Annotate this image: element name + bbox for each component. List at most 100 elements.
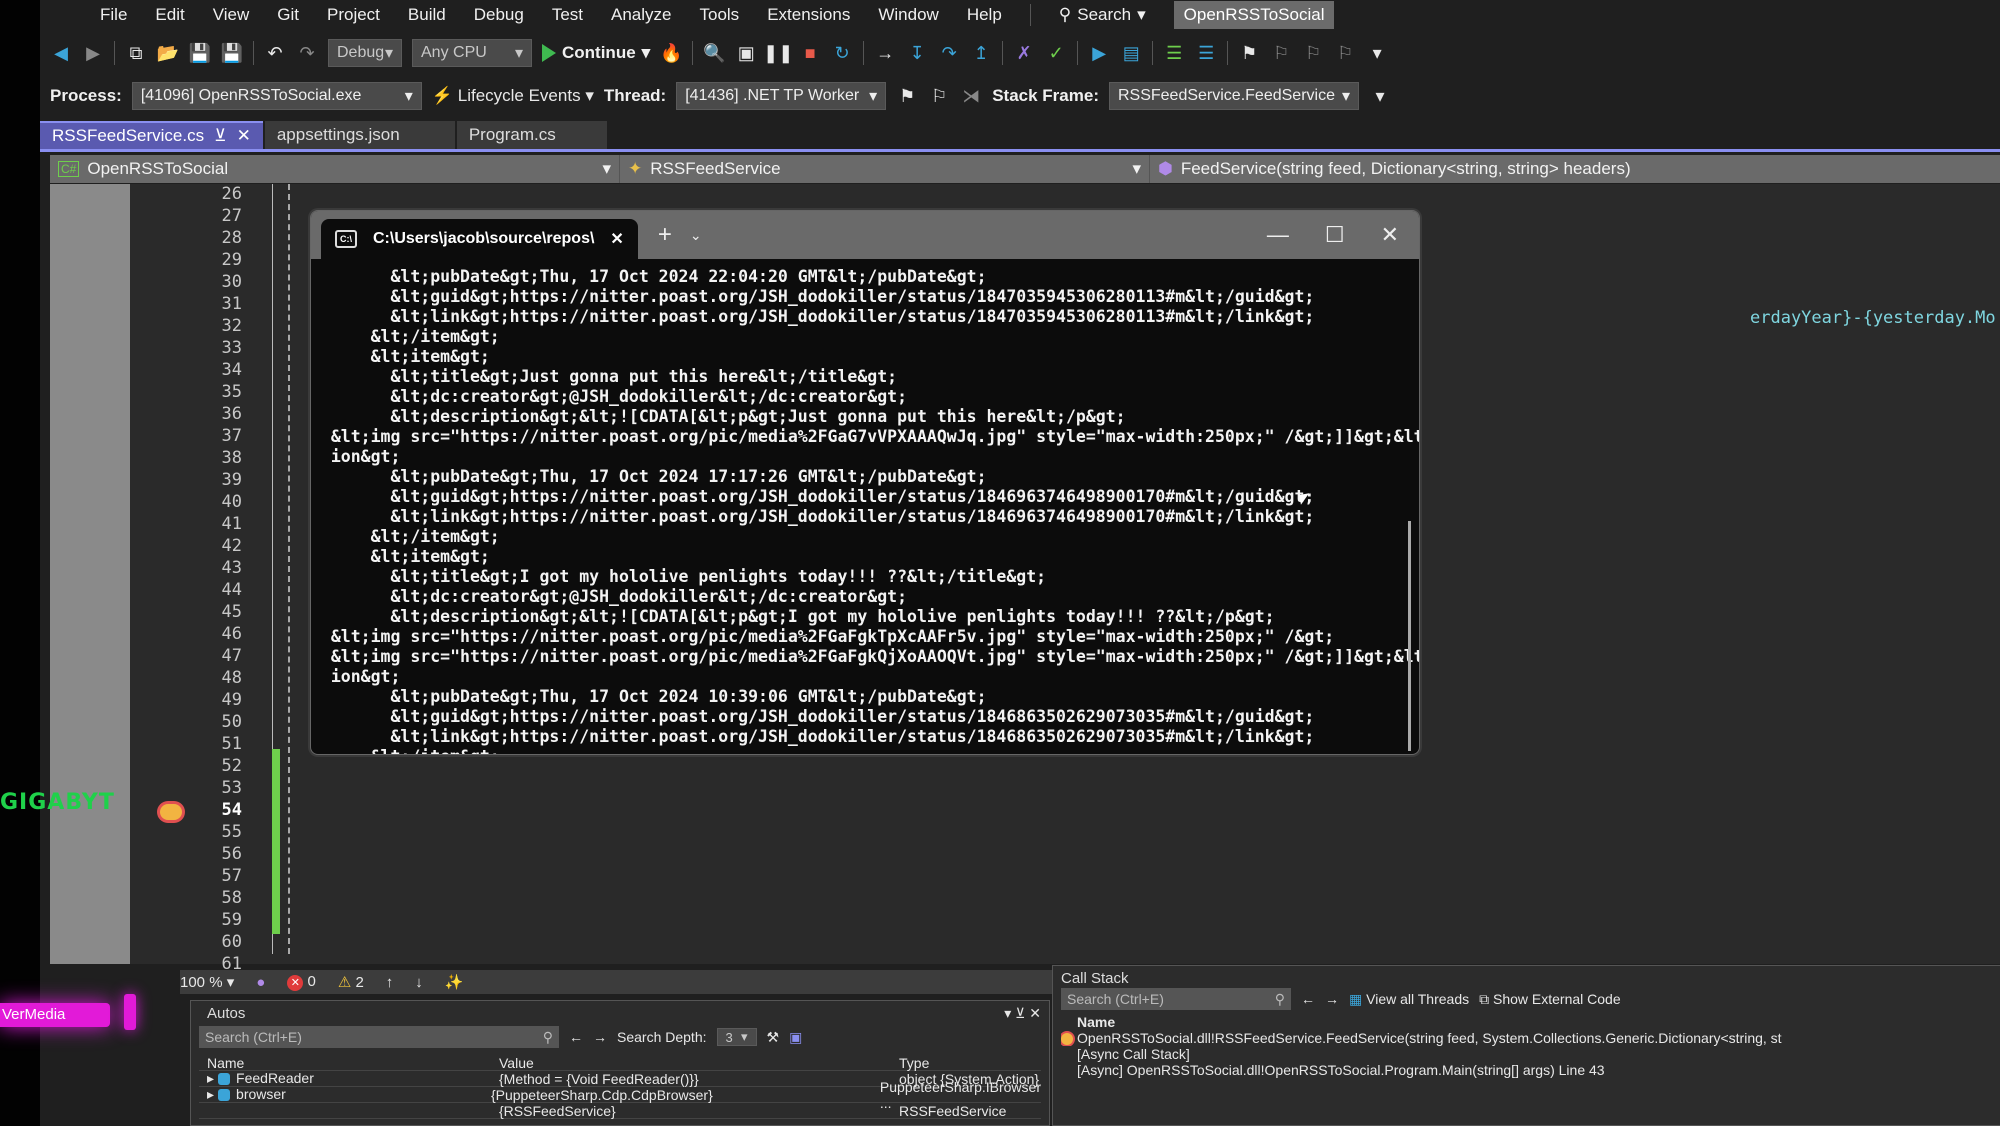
pin-icon[interactable]: ⊻ [1015, 1005, 1025, 1021]
warnings-indicator[interactable]: ⚠ 2 [338, 973, 364, 991]
terminal-scrollbar[interactable] [1408, 521, 1411, 751]
redo-icon[interactable]: ↷ [296, 42, 318, 64]
menu-extensions[interactable]: Extensions [767, 5, 850, 25]
pause-icon[interactable]: ❚❚ [763, 42, 793, 64]
continue-button[interactable]: Continue ▾ [542, 43, 650, 63]
navigate-back-icon[interactable]: ◀ [50, 42, 72, 64]
show-next-statement-icon[interactable]: → [874, 42, 896, 64]
view-hex-icon[interactable]: ▣ [789, 1029, 802, 1046]
menu-test[interactable]: Test [552, 5, 583, 25]
terminal-output[interactable]: &lt;pubDate&gt;Thu, 17 Oct 2024 22:04:20… [311, 259, 1419, 754]
autos-search-input[interactable]: Search (Ctrl+E) ⚲ [199, 1026, 559, 1048]
navigate-forward-icon[interactable]: ▶ [82, 42, 104, 64]
autos-row[interactable]: {RSSFeedService} RSSFeedService [199, 1103, 1041, 1119]
select-element-icon[interactable]: ▶ [1088, 42, 1110, 64]
terminal-window[interactable]: C:\ C:\Users\jacob\source\repos\ ✕ + ⌄ —… [310, 210, 1420, 755]
expand-icon[interactable]: ▸ [207, 1086, 214, 1102]
expand-icon[interactable]: ▸ [207, 1070, 214, 1086]
stop-icon[interactable]: ■ [799, 42, 821, 64]
back-arrow-icon[interactable]: ← [1301, 991, 1315, 1007]
column-name[interactable]: Name [1061, 1014, 2000, 1030]
save-icon[interactable]: 💾 [189, 42, 211, 64]
column-type[interactable]: Type [899, 1055, 1041, 1071]
show-external-code-button[interactable]: ⧉ Show External Code [1479, 991, 1621, 1008]
call-stack-frame[interactable]: [Async] OpenRSSToSocial.dll!OpenRSSToSoc… [1061, 1062, 2000, 1078]
step-out-icon[interactable]: ↥ [970, 42, 992, 64]
terminal-tab[interactable]: C:\ C:\Users\jacob\source\repos\ ✕ [321, 219, 638, 259]
terminal-titlebar[interactable]: C:\ C:\Users\jacob\source\repos\ ✕ + ⌄ —… [311, 211, 1419, 259]
indicator-margin[interactable] [50, 184, 130, 964]
minimize-icon[interactable]: — [1267, 222, 1289, 248]
call-stack-frame[interactable]: OpenRSSToSocial.dll!RSSFeedService.FeedS… [1061, 1030, 2000, 1046]
breakpoints-icon[interactable]: ✗ [1013, 42, 1035, 64]
menu-debug[interactable]: Debug [474, 5, 524, 25]
panel-menu-icon[interactable]: ▾ [1004, 1005, 1011, 1021]
solution-name-badge[interactable]: OpenRSSToSocial [1173, 1, 1335, 29]
chevron-down-icon[interactable]: ⌄ [690, 227, 702, 244]
column-name[interactable]: Name [199, 1055, 499, 1071]
toolbar-overflow-icon[interactable]: ▾ [1366, 42, 1388, 64]
previous-bookmark-icon[interactable]: ⚐ [1270, 42, 1292, 64]
restart-icon[interactable]: ↻ [831, 42, 853, 64]
menu-file[interactable]: File [100, 5, 127, 25]
tab-appsettings-json[interactable]: appsettings.json [264, 121, 455, 149]
pin-icon[interactable]: ⊻ [214, 126, 226, 146]
platform-dropdown[interactable]: Any CPU ▾ [412, 39, 532, 67]
copilot-icon[interactable]: ● [256, 974, 265, 991]
search-button[interactable]: ⚲ Search ▾ [1059, 5, 1146, 25]
close-icon[interactable]: ✕ [237, 126, 251, 146]
spell-check-icon[interactable]: ✓ [1045, 42, 1067, 64]
save-all-icon[interactable]: 💾 [221, 42, 243, 64]
menu-help[interactable]: Help [967, 5, 1002, 25]
next-issue-icon[interactable]: ↓ [415, 974, 423, 991]
menu-git[interactable]: Git [277, 5, 299, 25]
menu-view[interactable]: View [213, 5, 250, 25]
new-tab-icon[interactable]: + [658, 221, 672, 249]
menu-project[interactable]: Project [327, 5, 380, 25]
close-icon[interactable]: ✕ [1381, 222, 1399, 248]
close-icon[interactable]: ✕ [1029, 1005, 1041, 1021]
menu-tools[interactable]: Tools [700, 5, 740, 25]
close-tab-icon[interactable]: ✕ [610, 229, 623, 249]
code-cleanup-icon[interactable]: ✨ [445, 973, 464, 991]
call-stack-search-input[interactable]: Search (Ctrl+E) ⚲ [1061, 988, 1291, 1010]
type-dropdown[interactable]: ✦ RSSFeedService ▾ [620, 155, 1150, 183]
clear-bookmarks-icon[interactable]: ⚐ [1334, 42, 1356, 64]
previous-issue-icon[interactable]: ↑ [386, 974, 394, 991]
flag-icon[interactable]: ⚑ [896, 85, 918, 107]
flag-threads-icon[interactable]: ⚐ [928, 85, 950, 107]
stack-frame-dropdown[interactable]: RSSFeedService.FeedService ▾ [1108, 82, 1359, 110]
autos-row[interactable]: ▸ browser {PuppeteerSharp.Cdp.CdpBrowser}… [199, 1079, 1041, 1111]
step-over-icon[interactable]: ↷ [938, 42, 960, 64]
comment-icon[interactable]: ☰ [1163, 42, 1185, 64]
forward-arrow-icon[interactable]: → [1325, 991, 1339, 1007]
maximize-icon[interactable]: ☐ [1325, 222, 1345, 248]
menu-build[interactable]: Build [408, 5, 446, 25]
filter-icon[interactable]: ⚒ [767, 1029, 780, 1046]
process-dropdown[interactable]: [41096] OpenRSSToSocial.exe ▾ [131, 82, 422, 110]
step-into-icon[interactable]: ↧ [906, 42, 928, 64]
lifecycle-events-button[interactable]: ⚡ Lifecycle Events ▾ [432, 86, 594, 106]
errors-indicator[interactable]: ✕ 0 [287, 973, 316, 991]
column-value[interactable]: Value [499, 1055, 899, 1071]
menu-window[interactable]: Window [878, 5, 938, 25]
view-all-threads-button[interactable]: ▦ View all Threads [1349, 991, 1469, 1008]
back-arrow-icon[interactable]: ← [569, 1029, 583, 1045]
toolbar-overflow-icon[interactable]: ▾ [1369, 85, 1391, 107]
undo-icon[interactable]: ↶ [264, 42, 286, 64]
search-depth-dropdown[interactable]: 3 ▾ [716, 1028, 757, 1046]
thread-dropdown[interactable]: [41436] .NET TP Worker ▾ [676, 82, 887, 110]
bookmark-icon[interactable]: ⚑ [1238, 42, 1260, 64]
new-project-icon[interactable]: ⧉ [125, 42, 147, 64]
next-bookmark-icon[interactable]: ⚐ [1302, 42, 1324, 64]
open-folder-icon[interactable]: 📂 [157, 42, 179, 64]
find-in-files-icon[interactable]: 🔍 [703, 42, 725, 64]
uncomment-icon[interactable]: ☰ [1195, 42, 1217, 64]
call-stack-frame[interactable]: [Async Call Stack] [1061, 1046, 2000, 1062]
zoom-dropdown[interactable]: 100 % ▾ [180, 973, 234, 991]
tab-rssfeedservice-cs[interactable]: RSSFeedService.cs ⊻ ✕ [40, 121, 263, 149]
tab-program-cs[interactable]: Program.cs [456, 121, 607, 149]
project-dropdown[interactable]: C# OpenRSSToSocial ▾ [50, 155, 620, 183]
display-icon[interactable]: ▤ [1120, 42, 1142, 64]
hot-reload-icon[interactable]: 🔥 [660, 42, 682, 64]
